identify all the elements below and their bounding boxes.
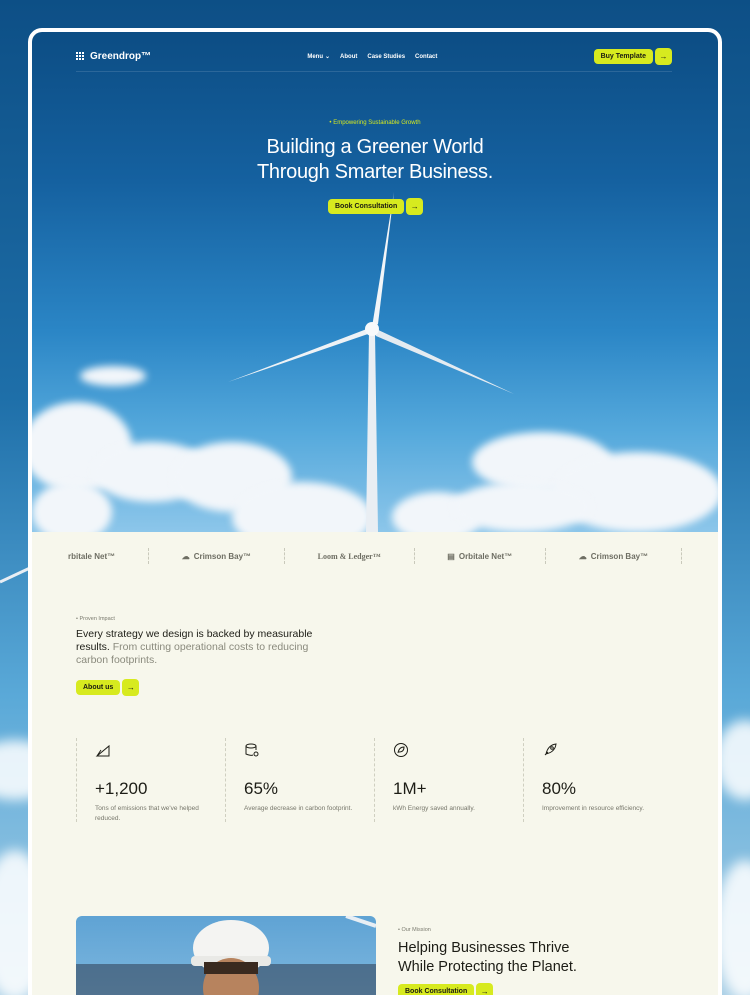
turbine-blade-decoration bbox=[0, 566, 30, 584]
nav-about[interactable]: About bbox=[340, 54, 357, 60]
partner-name: rbitale Net™ bbox=[68, 551, 116, 561]
divider bbox=[413, 548, 415, 564]
stat-description: Tons of emissions that we've helped redu… bbox=[95, 805, 199, 822]
mission-title-line2: While Protecting the Planet. bbox=[398, 959, 577, 975]
nav-contact[interactable]: Contact bbox=[415, 54, 437, 60]
impact-eyebrow: • Proven Impact bbox=[76, 616, 336, 622]
impact-text-muted: From cutting operational costs to reduci… bbox=[76, 641, 309, 666]
stat-card: +1,200 Tons of emissions that we've help… bbox=[76, 738, 225, 822]
mission-cta-label: Book Consultation bbox=[398, 984, 475, 995]
arrow-right-icon: → bbox=[122, 679, 140, 696]
partner-logo: ☁ Crimson Bay™ bbox=[182, 552, 251, 561]
nav-case-studies[interactable]: Case Studies bbox=[367, 54, 405, 60]
hero-title-line2: Through Smarter Business. bbox=[257, 161, 493, 183]
partner-name: Orbitale Net™ bbox=[458, 551, 513, 561]
partner-name: Loom & Ledger™ bbox=[317, 551, 381, 561]
stats-row: +1,200 Tons of emissions that we've help… bbox=[76, 738, 672, 822]
impact-text: Every strategy we design is backed by me… bbox=[76, 628, 336, 667]
mission-eyebrow-text: Our Mission bbox=[401, 927, 431, 933]
cloud-logo-icon: ☁ bbox=[181, 551, 190, 561]
partner-logo: rbitale Net™ bbox=[68, 552, 115, 561]
hero-title: Building a Greener World Through Smarter… bbox=[32, 135, 718, 185]
stat-description: kWh Energy saved annually. bbox=[393, 805, 475, 812]
nav-menu[interactable]: Menu ⌄ bbox=[307, 53, 330, 60]
cloud bbox=[32, 482, 112, 532]
stat-card: 1M+ kWh Energy saved annually. bbox=[374, 738, 523, 822]
rocket-icon bbox=[544, 743, 557, 756]
impact-eyebrow-text: Proven Impact bbox=[79, 616, 115, 622]
partner-name: Crimson Bay™ bbox=[193, 551, 252, 561]
divider bbox=[544, 548, 546, 564]
wind-turbine-illustration bbox=[228, 192, 514, 532]
engineer-photo-illustration bbox=[76, 916, 376, 995]
stat-card: 80% Improvement in resource efficiency. bbox=[523, 738, 672, 822]
arrow-right-icon: → bbox=[476, 983, 494, 995]
database-search-icon bbox=[245, 743, 259, 757]
logo-mark-icon bbox=[76, 52, 85, 61]
mission-photo bbox=[76, 916, 376, 995]
book-consultation-label: Book Consultation bbox=[328, 199, 405, 214]
partner-logo: ▤ Orbitale Net™ bbox=[447, 552, 512, 561]
stat-value: 1M+ bbox=[393, 779, 427, 798]
hero-eyebrow: • Empowering Sustainable Growth bbox=[32, 120, 718, 126]
impact-section: • Proven Impact Every strategy we design… bbox=[76, 616, 336, 696]
partner-name: Crimson Bay™ bbox=[590, 551, 649, 561]
partner-logos: rbitale Net™ ☁ Crimson Bay™ Loom & Ledger… bbox=[32, 532, 718, 580]
hero-title-line1: Building a Greener World bbox=[266, 136, 484, 158]
stat-value: 80% bbox=[542, 779, 577, 798]
stat-description: Average decrease in carbon footprint. bbox=[244, 805, 353, 812]
mission-eyebrow: • Our Mission bbox=[398, 927, 658, 933]
mission-title: Helping Businesses Thrive While Protecti… bbox=[398, 939, 658, 977]
leaf-icon bbox=[95, 744, 110, 757]
about-us-label: About us bbox=[76, 680, 121, 695]
arrow-right-icon: → bbox=[406, 198, 424, 215]
brand-logo[interactable]: Greendrop™ bbox=[76, 51, 151, 62]
mission-section: • Our Mission Helping Businesses Thrive … bbox=[398, 927, 658, 995]
divider bbox=[283, 548, 285, 564]
mission-book-consultation-button[interactable]: Book Consultation → bbox=[398, 983, 494, 995]
arrow-right-icon: → bbox=[654, 48, 672, 65]
cloud bbox=[80, 366, 146, 386]
eco-badge-icon bbox=[394, 743, 408, 757]
partner-logo: Loom & Ledger™ bbox=[318, 552, 381, 561]
chevron-down-icon: ⌄ bbox=[325, 54, 331, 60]
stat-description: Improvement in resource efficiency. bbox=[542, 805, 644, 812]
mission-title-line1: Helping Businesses Thrive bbox=[398, 940, 570, 956]
buy-template-label: Buy Template bbox=[593, 49, 653, 64]
buy-template-button[interactable]: Buy Template → bbox=[593, 48, 672, 65]
book-consultation-button[interactable]: Book Consultation → bbox=[328, 198, 424, 215]
nav-links: Menu ⌄ About Case Studies Contact bbox=[307, 53, 437, 61]
page-frame: Greendrop™ Menu ⌄ About Case Studies Cont… bbox=[28, 28, 722, 995]
hero-eyebrow-text: Empowering Sustainable Growth bbox=[333, 120, 421, 126]
cloud-logo-icon: ☁ bbox=[578, 551, 587, 561]
brand-name: Greendrop™ bbox=[90, 51, 152, 62]
hero-section: Greendrop™ Menu ⌄ About Case Studies Cont… bbox=[32, 32, 718, 532]
stat-card: 65% Average decrease in carbon footprint… bbox=[225, 738, 374, 822]
stat-value: 65% bbox=[244, 779, 279, 798]
divider bbox=[680, 548, 682, 564]
about-us-button[interactable]: About us → bbox=[76, 679, 140, 696]
top-nav: Greendrop™ Menu ⌄ About Case Studies Cont… bbox=[76, 42, 672, 72]
stat-value: +1,200 bbox=[95, 779, 148, 798]
partner-logo: ☁ Crimson Bay™ bbox=[579, 552, 648, 561]
divider bbox=[147, 548, 149, 564]
stripes-logo-icon: ▤ bbox=[447, 551, 455, 561]
nav-menu-label: Menu bbox=[307, 54, 323, 60]
